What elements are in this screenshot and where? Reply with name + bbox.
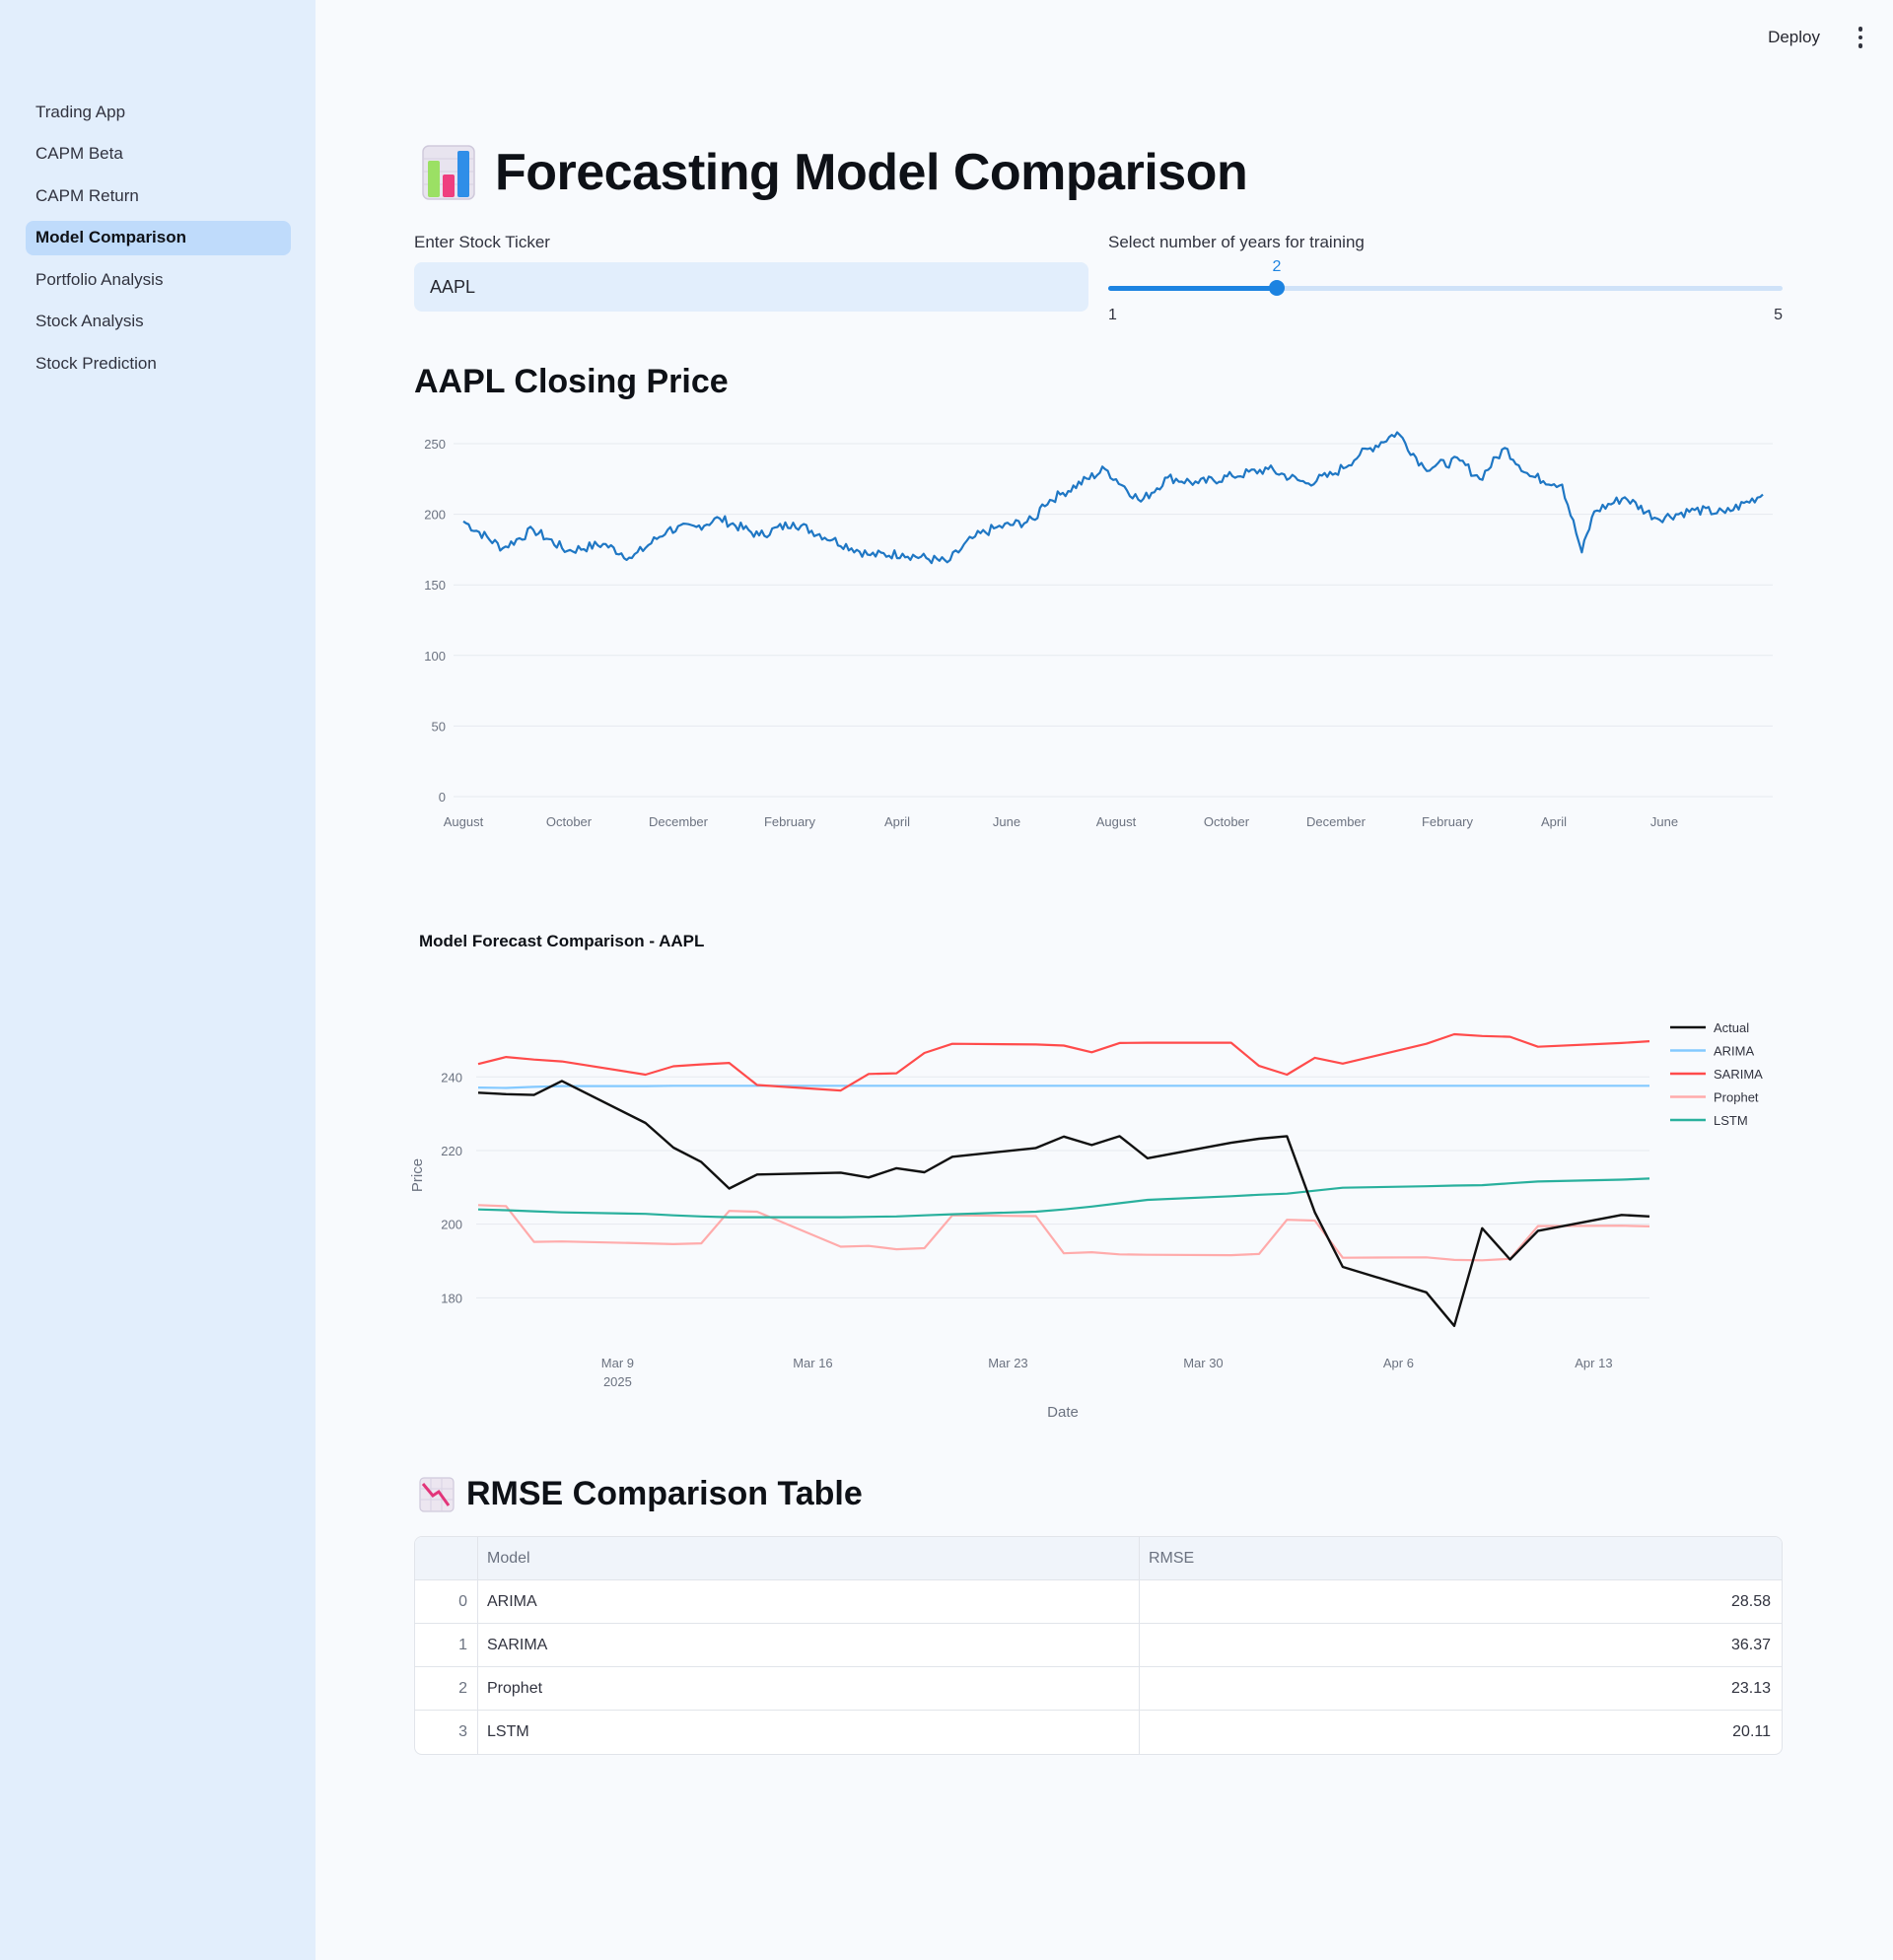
table-row[interactable]: 1 SARIMA 36.37 (415, 1624, 1782, 1667)
sidebar-nav: Trading App CAPM Beta CAPM Return Model Com… (26, 95, 291, 388)
x-tick-label: August (1096, 814, 1137, 829)
closing-price-heading: AAPL Closing Price (414, 363, 729, 400)
table-cell-rmse: 20.11 (1732, 1723, 1771, 1740)
top-toolbar: Deploy (1768, 0, 1893, 75)
kebab-menu-icon[interactable] (1846, 18, 1875, 57)
table-row[interactable]: 2 Prophet 23.13 (415, 1667, 1782, 1711)
ticker-input[interactable] (414, 262, 1088, 312)
page-title-text: Forecasting Model Comparison (495, 144, 1248, 201)
x-tick-label: June (993, 814, 1020, 829)
table-header-model[interactable]: Model (478, 1537, 1140, 1579)
x-tick-label: Mar 23 (988, 1356, 1027, 1370)
years-slider-min: 1 (1108, 307, 1117, 323)
legend-label-sarima: SARIMA (1714, 1067, 1763, 1082)
y-tick-label: 250 (424, 437, 446, 452)
sidebar: Trading App CAPM Beta CAPM Return Model Com… (0, 0, 316, 1960)
table-cell-rmse: 28.58 (1730, 1592, 1771, 1610)
closing-price-chart[interactable]: 0 50 100 150 200 250 August October December Febr… (404, 414, 1773, 848)
years-slider-fill (1108, 286, 1277, 291)
y-axis-title: Price (409, 1158, 426, 1192)
sidebar-item-trading-app[interactable]: Trading App (26, 95, 291, 129)
forecast-comparison-chart[interactable]: Model Forecast Comparison - AAPL 180 200 22… (402, 917, 1783, 1430)
y-tick-label: 0 (439, 790, 446, 805)
years-slider-max: 5 (1774, 307, 1783, 323)
table-cell-index: 1 (415, 1624, 478, 1666)
series-line-actual (477, 1080, 1650, 1327)
sidebar-item-capm-return[interactable]: CAPM Return (26, 178, 291, 213)
years-slider[interactable] (1108, 280, 1783, 296)
years-slider-label: Select number of years for training (1108, 233, 1365, 251)
sidebar-item-model-comparison[interactable]: Model Comparison (26, 220, 291, 255)
table-cell-model: SARIMA (478, 1624, 1140, 1666)
table-row[interactable]: 3 LSTM 20.11 (415, 1711, 1782, 1754)
price-line (462, 431, 1764, 565)
y-tick-label: 150 (424, 578, 446, 593)
x-tick-label: October (1204, 814, 1250, 829)
sidebar-item-stock-prediction[interactable]: Stock Prediction (26, 346, 291, 381)
legend-label-prophet: Prophet (1714, 1090, 1759, 1105)
x-tick-label: February (764, 814, 816, 829)
y-tick-label: 50 (432, 719, 446, 734)
y-tick-label: 180 (441, 1291, 462, 1305)
table-cell-model: Prophet (478, 1667, 1140, 1710)
deploy-button[interactable]: Deploy (1768, 28, 1820, 47)
x-tick-label: December (1306, 814, 1367, 829)
legend-label-arima: ARIMA (1714, 1044, 1755, 1059)
legend-label-actual: Actual (1714, 1020, 1749, 1035)
chart-decreasing-emoji-icon (419, 1476, 455, 1512)
years-slider-thumb[interactable] (1269, 280, 1285, 296)
x-tick-label: 2025 (603, 1374, 632, 1389)
rmse-heading-text: RMSE Comparison Table (466, 1475, 863, 1512)
table-cell-model: LSTM (478, 1711, 1140, 1754)
x-tick-label: Apr 6 (1383, 1356, 1414, 1370)
series-line-lstm (477, 1177, 1650, 1219)
chart-title: Model Forecast Comparison - AAPL (419, 932, 704, 950)
x-tick-label: Mar 30 (1183, 1356, 1223, 1370)
table-header-row: Model RMSE (415, 1537, 1782, 1580)
page-title: Forecasting Model Comparison (422, 143, 1248, 202)
table-cell-index: 2 (415, 1667, 478, 1710)
sidebar-item-capm-beta[interactable]: CAPM Beta (26, 137, 291, 172)
rmse-heading: RMSE Comparison Table (419, 1475, 863, 1513)
x-tick-label: December (649, 814, 709, 829)
table-cell-model: ARIMA (478, 1580, 1140, 1623)
ticker-label: Enter Stock Ticker (414, 233, 550, 251)
x-tick-label: April (1541, 814, 1567, 829)
table-cell-rmse: 23.13 (1730, 1679, 1771, 1697)
table-cell-index: 3 (415, 1711, 478, 1754)
y-tick-label: 240 (441, 1070, 462, 1085)
x-tick-label: April (884, 814, 910, 829)
x-tick-label: Mar 9 (601, 1356, 634, 1370)
legend-label-lstm: LSTM (1714, 1113, 1748, 1128)
y-tick-label: 220 (441, 1144, 462, 1158)
y-tick-label: 200 (441, 1218, 462, 1232)
bar-chart-emoji-icon (422, 145, 475, 200)
series-line-arima (477, 1085, 1649, 1089)
series-line-sarima (477, 1032, 1650, 1092)
x-tick-label: Mar 16 (793, 1356, 832, 1370)
x-tick-label: October (546, 814, 593, 829)
sidebar-item-stock-analysis[interactable]: Stock Analysis (26, 305, 291, 339)
x-tick-label: August (444, 814, 484, 829)
table-header-index[interactable] (415, 1537, 478, 1579)
table-row[interactable]: 0 ARIMA 28.58 (415, 1580, 1782, 1624)
y-tick-label: 100 (424, 649, 446, 664)
table-cell-index: 0 (415, 1580, 478, 1623)
table-header-rmse[interactable]: RMSE (1140, 1537, 1782, 1579)
table-cell-rmse: 36.37 (1730, 1636, 1771, 1653)
rmse-table: Model RMSE 0 ARIMA 28.58 1 SARIMA 36.37 … (414, 1536, 1783, 1755)
x-tick-label: June (1650, 814, 1678, 829)
x-tick-label: February (1422, 814, 1474, 829)
x-tick-label: Apr 13 (1575, 1356, 1612, 1370)
sidebar-item-portfolio-analysis[interactable]: Portfolio Analysis (26, 262, 291, 297)
y-tick-label: 200 (424, 508, 446, 523)
x-axis-title: Date (1047, 1404, 1079, 1421)
years-slider-value: 2 (1272, 258, 1282, 275)
